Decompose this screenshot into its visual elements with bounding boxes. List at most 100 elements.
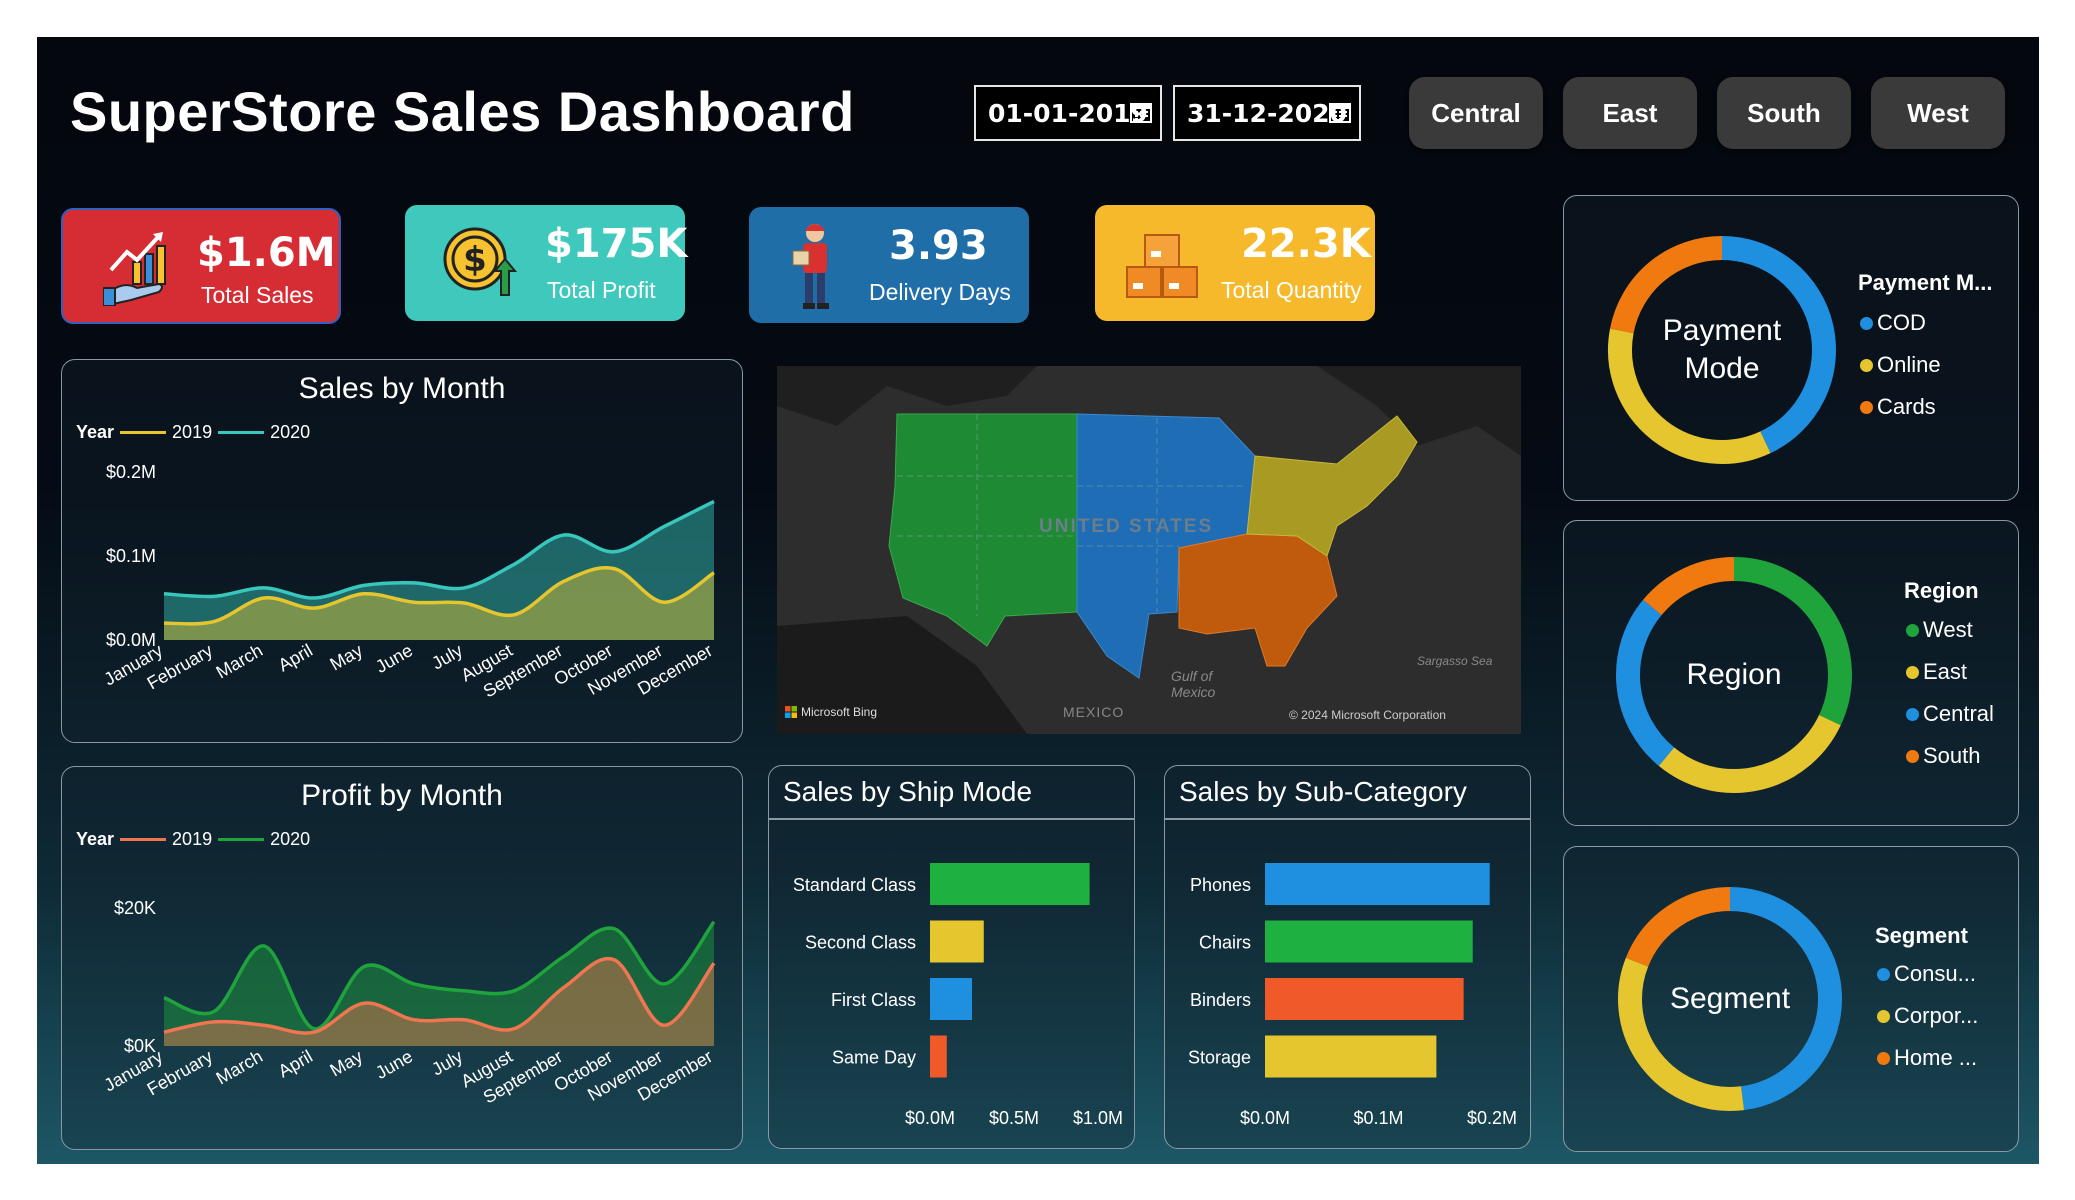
- segment-card: Segment Segment Consu... Corpor... Home …: [1563, 846, 2019, 1152]
- bar: [1265, 920, 1473, 963]
- svg-text:$: $: [463, 240, 487, 280]
- legend-dot: [1906, 623, 1919, 637]
- us-region-map[interactable]: [777, 366, 1521, 734]
- legend-item-corporate[interactable]: Corpor...: [1877, 1003, 1978, 1029]
- start-date-picker[interactable]: 01-01-2019: [974, 85, 1162, 141]
- sales-area-chart[interactable]: $0.0M$0.1M$0.2MJanuaryFebruaryMarch April…: [62, 360, 744, 744]
- x-tick-label: $0.0M: [1240, 1108, 1290, 1128]
- legend-dot: [1860, 358, 1873, 372]
- donut-center-label: Region: [1634, 656, 1834, 694]
- ship-mode-bar-chart[interactable]: Standard Class Second Class First Class Sam…: [769, 766, 1136, 1150]
- kpi-label: Total Quantity: [1221, 277, 1362, 303]
- start-date-value: 01-01-2019: [988, 98, 1148, 128]
- legend-item-south[interactable]: South: [1906, 743, 1981, 769]
- x-tick-label: June: [372, 1046, 416, 1083]
- legend-dot: [1906, 749, 1919, 763]
- legend-item-online[interactable]: Online: [1860, 352, 1941, 378]
- legend-item-cod[interactable]: COD: [1860, 310, 1926, 336]
- map-label-united-states: UNITED STATES: [1039, 516, 1214, 537]
- boxes-icon: [1126, 234, 1198, 298]
- legend-item-cards[interactable]: Cards: [1860, 394, 1936, 420]
- region-button-west[interactable]: West: [1871, 77, 2005, 149]
- payment-mode-card: Payment Mode Payment M... COD Online Car…: [1563, 195, 2019, 501]
- bing-attribution: Microsoft Bing: [785, 705, 877, 719]
- y-tick-label: $20K: [114, 898, 156, 918]
- profit-area-chart[interactable]: $0K$20KJanuaryFebruaryMarch April May June J…: [62, 767, 744, 1151]
- bar-label: Chairs: [1199, 933, 1251, 953]
- sales-by-month-card: Sales by Month Year 2019 2020 $0.0M $0.1M…: [61, 359, 743, 743]
- sub-category-bar-chart[interactable]: Phones Chairs Binders Storage $0.0M $0.1M $0.2…: [1165, 766, 1532, 1150]
- region-button-south[interactable]: South: [1717, 77, 1851, 149]
- x-tick-label: March: [213, 1046, 266, 1088]
- bar: [1265, 978, 1464, 1020]
- donut-center-label: Payment Mode: [1622, 312, 1822, 388]
- legend-label: South: [1923, 743, 1981, 768]
- legend-item-west[interactable]: West: [1906, 617, 1973, 643]
- bar: [930, 863, 1090, 905]
- x-tick-label: May: [327, 640, 366, 674]
- legend-label: COD: [1877, 310, 1926, 335]
- x-tick-label: $0.1M: [1353, 1108, 1403, 1128]
- bing-label: Microsoft Bing: [801, 705, 878, 719]
- bar: [1265, 863, 1490, 905]
- kpi-value: 22.3K: [1241, 221, 1371, 267]
- legend-label: East: [1923, 659, 1968, 684]
- legend-title: Region: [1904, 578, 1979, 603]
- ship-mode-card: Sales by Ship Mode Standard Class Second …: [768, 765, 1135, 1149]
- kpi-total-quantity: 22.3K Total Quantity: [1095, 205, 1375, 321]
- end-date-picker[interactable]: 31-12-2020: [1173, 85, 1361, 141]
- kpi-label: Delivery Days: [869, 279, 1011, 305]
- legend-dot: [1877, 1051, 1890, 1065]
- legend-dot: [1877, 967, 1890, 981]
- legend-item-central[interactable]: Central: [1906, 701, 1994, 727]
- legend-item-home-office[interactable]: Home ...: [1877, 1045, 1977, 1071]
- calendar-icon[interactable]: [1130, 101, 1152, 123]
- kpi-label: Total Sales: [201, 282, 314, 308]
- x-tick-label: $0.2M: [1467, 1108, 1517, 1128]
- donut-center-line: Segment: [1669, 982, 1791, 1015]
- legend-label: Corpor...: [1894, 1003, 1979, 1028]
- legend-title: Segment: [1875, 923, 1968, 948]
- x-tick-label: April: [275, 1046, 316, 1081]
- donut-slice-home: [1625, 887, 1731, 967]
- donut-center-label: Segment: [1630, 980, 1830, 1018]
- legend-label: West: [1923, 617, 1973, 642]
- kpi-value: $1.6M: [197, 230, 336, 276]
- dollar-coin-icon: $: [443, 227, 517, 296]
- legend-dot: [1860, 400, 1873, 414]
- map-label-mexico: MEXICO: [1063, 704, 1125, 720]
- sub-category-card: Sales by Sub-Category Phones Chairs Binder…: [1164, 765, 1531, 1149]
- region-card: Region Region West East Central South: [1563, 520, 2019, 826]
- calendar-icon[interactable]: [1329, 101, 1351, 123]
- x-tick-label: May: [327, 1046, 366, 1080]
- bar-label: Same Day: [832, 1048, 916, 1068]
- x-tick-label: $0.5M: [989, 1108, 1039, 1128]
- donut-center-line: Payment: [1662, 314, 1782, 347]
- bar-label: Phones: [1190, 875, 1251, 895]
- region-map[interactable]: UNITED STATES MEXICO Gulf of Mexico Sarg…: [777, 366, 1521, 734]
- legend-dot: [1906, 707, 1919, 721]
- region-button-east[interactable]: East: [1563, 77, 1697, 149]
- bar-label: Second Class: [805, 933, 916, 953]
- kpi-delivery-days: 3.93 Delivery Days: [749, 207, 1029, 323]
- legend-item-consumer[interactable]: Consu...: [1877, 961, 1976, 987]
- bar-label: Binders: [1190, 990, 1251, 1010]
- y-tick-label: $0.2M: [106, 462, 156, 482]
- x-tick-label: April: [275, 640, 316, 675]
- legend-label: Central: [1923, 701, 1994, 726]
- legend-label: Online: [1877, 352, 1941, 377]
- donut-slice-south: [1643, 557, 1735, 616]
- map-copyright: © 2024 Microsoft Corporation: [1289, 708, 1446, 722]
- dashboard-canvas: SuperStore Sales Dashboard 01-01-2019 31…: [37, 37, 2039, 1164]
- bar: [1265, 1035, 1437, 1078]
- kpi-label: Total Profit: [547, 277, 656, 303]
- x-tick-label: $1.0M: [1073, 1108, 1123, 1128]
- legend-dot: [1860, 316, 1873, 330]
- kpi-total-sales: $1.6M Total Sales: [61, 208, 341, 324]
- kpi-total-profit: $ $175K Total Profit: [405, 205, 687, 321]
- bar-label: First Class: [831, 990, 916, 1010]
- legend-label: Cards: [1877, 394, 1936, 419]
- region-button-central[interactable]: Central: [1409, 77, 1543, 149]
- legend-item-east[interactable]: East: [1906, 659, 1967, 685]
- bar: [930, 1035, 947, 1078]
